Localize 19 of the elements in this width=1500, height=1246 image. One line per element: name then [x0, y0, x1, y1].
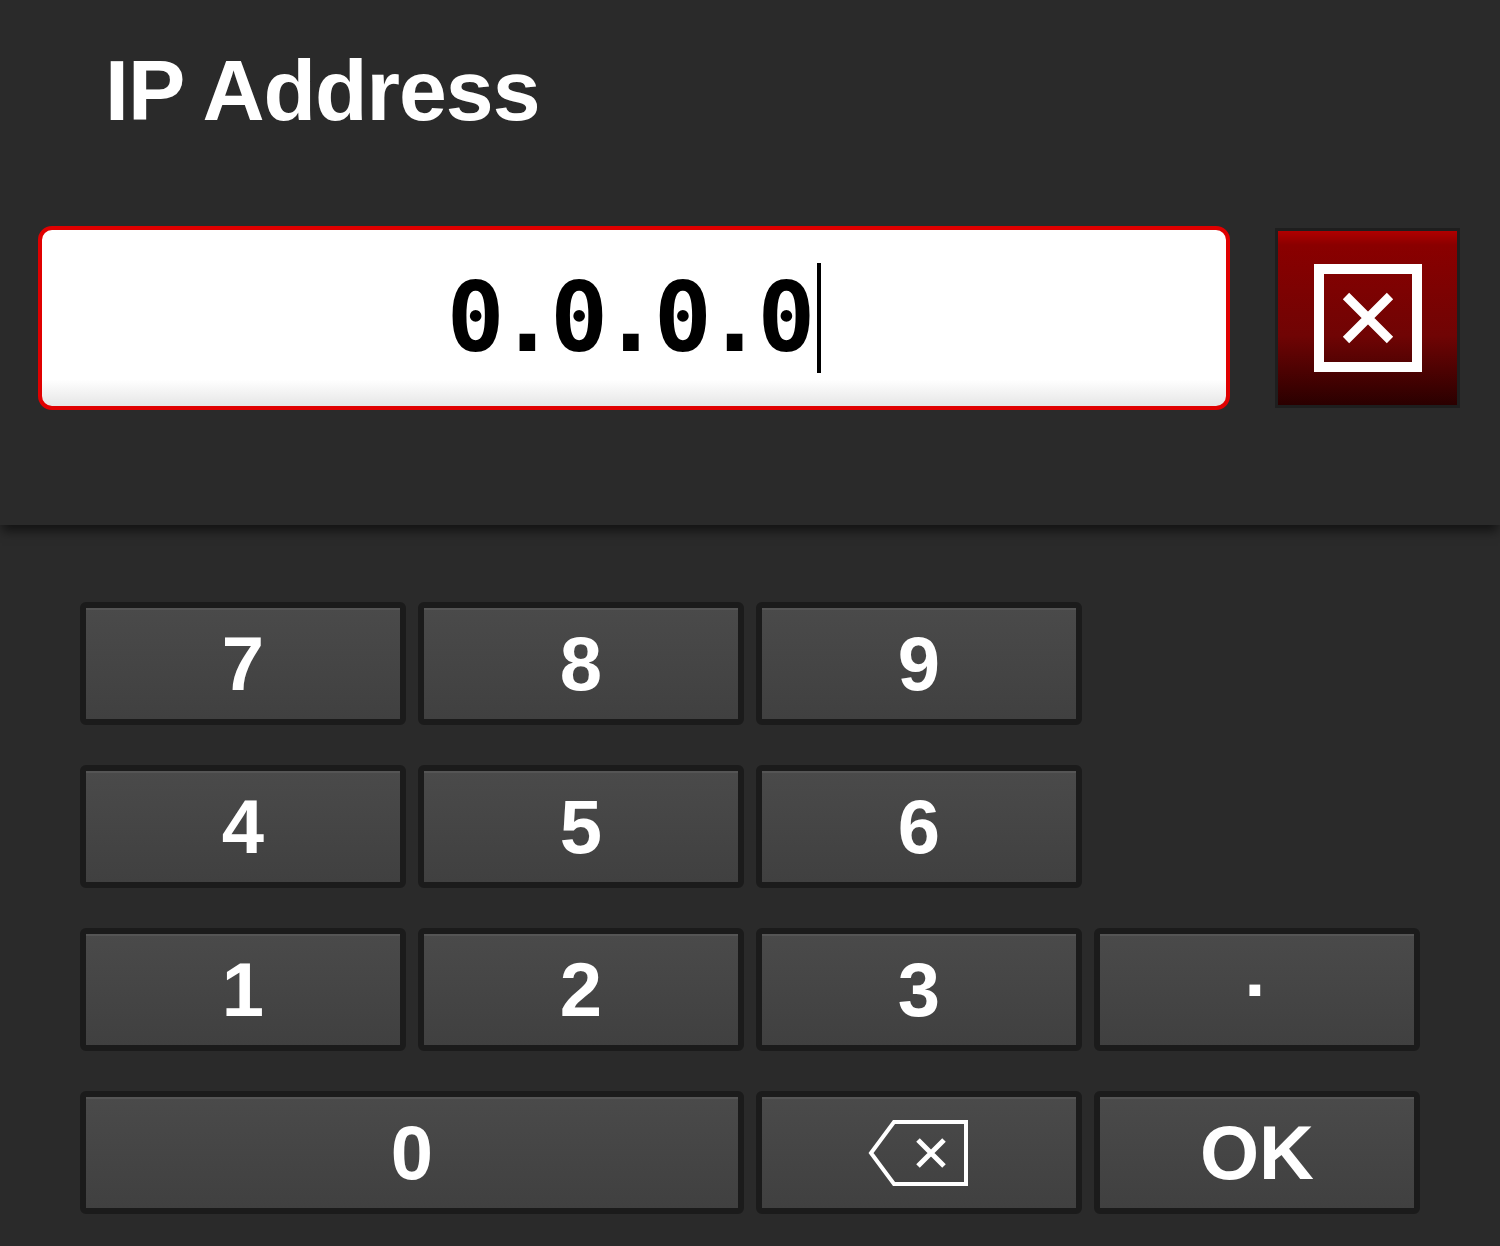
backspace-icon	[868, 1118, 970, 1187]
ok-key[interactable]: OK	[1094, 1091, 1420, 1214]
digit-key[interactable]: 2	[418, 928, 744, 1051]
digit-key[interactable]: 3	[756, 928, 1082, 1051]
digit-key[interactable]: 1	[80, 928, 406, 1051]
digit-key[interactable]: ·	[1094, 928, 1420, 1051]
clear-button[interactable]	[1275, 228, 1460, 408]
ip-input-field[interactable]: 0.0.0.0	[38, 226, 1230, 410]
digit-key[interactable]: 5	[418, 765, 744, 888]
digit-key[interactable]: 9	[756, 602, 1082, 725]
digit-key[interactable]: 8	[418, 602, 744, 725]
field-value: 0.0.0.0	[446, 262, 810, 374]
backspace-key[interactable]	[756, 1091, 1082, 1214]
digit-key[interactable]: 6	[756, 765, 1082, 888]
close-icon	[1313, 264, 1422, 372]
digit-key[interactable]: 7	[80, 602, 406, 725]
digit-key[interactable]: 4	[80, 765, 406, 888]
dialog-title: IP Address	[104, 40, 541, 140]
digit-key[interactable]: 0	[80, 1091, 744, 1214]
